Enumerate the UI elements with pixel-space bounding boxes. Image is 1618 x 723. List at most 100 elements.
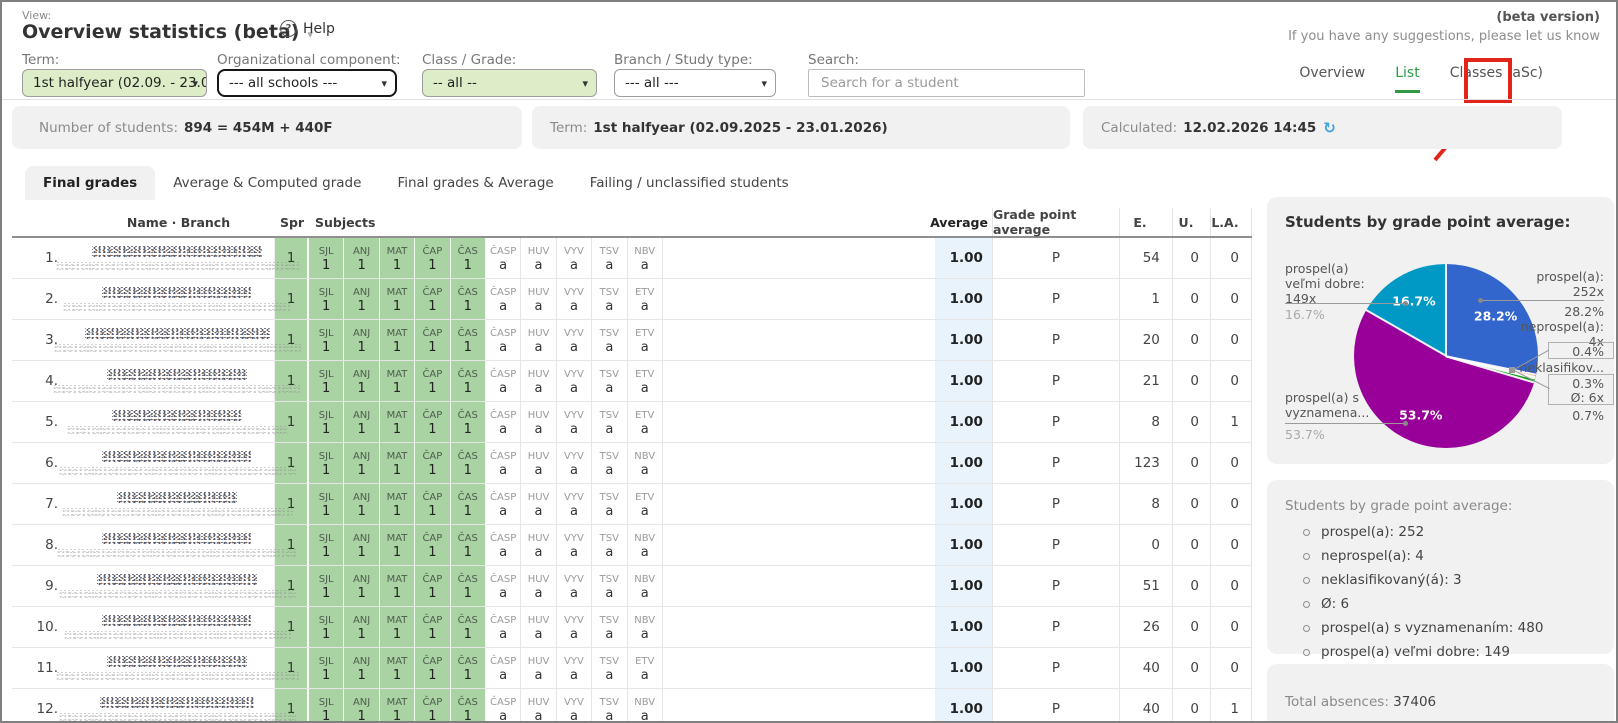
col-header-average[interactable]: Average [935, 208, 992, 236]
subject-value: a [499, 382, 507, 395]
col-header-excused[interactable]: E. [1119, 208, 1172, 236]
subject-label: ETV [635, 409, 654, 422]
subject-label: MAT [387, 573, 408, 586]
chevron-down-icon: ▾ [761, 77, 767, 90]
subject-grade: SJL1 [309, 443, 344, 483]
student-name-redacted [102, 533, 252, 545]
tab-final-grades-average[interactable]: Final grades & Average [379, 166, 571, 200]
page-title[interactable]: Overview statistics (beta)▾ [22, 21, 313, 43]
student-name-cell[interactable] [70, 320, 275, 360]
subject-label: VYV [564, 614, 584, 627]
subject-value: 1 [428, 546, 436, 559]
subject-value: 1 [393, 546, 401, 559]
subject-grade: SJL1 [309, 402, 344, 442]
subject-value: a [570, 464, 578, 477]
student-name-cell[interactable] [70, 484, 275, 524]
subject-label: MAT [387, 368, 408, 381]
average-value: 1.00 [935, 648, 992, 688]
pie-chart[interactable]: 28.2%53.7%16.7% [1354, 264, 1538, 448]
subject-label: VYV [564, 696, 584, 709]
subject-label: VYV [564, 368, 584, 381]
subject-value: a [641, 464, 649, 477]
student-name-cell[interactable] [70, 525, 275, 565]
view-tab-list[interactable]: List [1395, 65, 1419, 93]
subject-grade: ANJ1 [344, 320, 379, 360]
excused-absences: 1 [1119, 279, 1172, 319]
class-grade-select[interactable]: -- all -- ▾ [422, 69, 597, 97]
average-value: 1.00 [935, 279, 992, 319]
student-name-redacted [107, 656, 247, 668]
subject-grade: HUVa [521, 484, 556, 524]
late-arrivals: 0 [1210, 566, 1252, 606]
subject-label: HUV [528, 614, 550, 627]
bullet-icon [1303, 577, 1310, 584]
student-name-cell[interactable] [70, 279, 275, 319]
search-input[interactable] [819, 74, 1074, 92]
subject-label: SJL [319, 614, 334, 627]
help-button[interactable]: ? Help [280, 20, 335, 37]
student-name-cell[interactable] [70, 443, 275, 483]
subject-label: ANJ [353, 286, 370, 299]
subject-label: TSV [600, 368, 619, 381]
subject-grade: SJL1 [309, 484, 344, 524]
gpa-value: P [992, 484, 1119, 524]
col-header-name-branch[interactable]: Name · Branch [70, 208, 275, 236]
subject-grade: HUVa [521, 238, 556, 278]
subject-value: 1 [393, 669, 401, 682]
subject-grade: HUVa [521, 607, 556, 647]
student-branch-redacted [62, 303, 292, 312]
subject-label: ANJ [353, 573, 370, 586]
subject-grade: HUVa [521, 566, 556, 606]
subject-grade: ČAP1 [415, 525, 450, 565]
subject-label: TSV [600, 409, 619, 422]
tab-final-grades[interactable]: Final grades [25, 166, 155, 200]
subject-label: ANJ [353, 409, 370, 422]
subject-grade: ČASPa [486, 279, 521, 319]
subject-label: VYV [564, 655, 584, 668]
subject-grade: ETVa [628, 279, 663, 319]
student-name-cell[interactable] [70, 402, 275, 442]
gap-cell [663, 484, 935, 524]
subject-value: a [535, 341, 543, 354]
search-label: Search: [808, 52, 859, 68]
late-arrivals: 0 [1210, 238, 1252, 278]
subject-grade: MAT1 [380, 320, 415, 360]
student-name-cell[interactable] [70, 607, 275, 647]
col-header-gpa[interactable]: Grade point average [992, 208, 1119, 236]
subject-grade: ANJ1 [344, 689, 379, 723]
row-number: 9. [12, 566, 70, 606]
student-branch-redacted [61, 508, 293, 517]
table-row: 9.1SJL1ANJ1MAT1ČAP1ČAS1ČASPaHUVaVYVaTSVa… [12, 566, 1252, 607]
student-name-cell[interactable] [70, 238, 275, 278]
subject-grade: ANJ1 [344, 484, 379, 524]
average-value: 1.00 [935, 320, 992, 360]
refresh-icon[interactable]: ↻ [1323, 119, 1336, 137]
col-header-spr[interactable]: Spr [275, 208, 309, 236]
subject-value: 1 [357, 341, 365, 354]
unexcused-absences: 0 [1172, 402, 1210, 442]
student-name-redacted [102, 615, 252, 627]
col-header-unexcused[interactable]: U. [1172, 208, 1210, 236]
org-component-select[interactable]: --- all schools --- ▾ [217, 69, 397, 97]
summary-item: prospel(a) s vyznamenaním: 480 [1267, 616, 1604, 640]
student-name-cell[interactable] [70, 361, 275, 401]
subject-label: ČASP [490, 491, 516, 504]
student-name-cell[interactable] [70, 648, 275, 688]
subject-label: ČAS [458, 327, 478, 340]
gap-cell [663, 279, 935, 319]
student-name-cell[interactable] [70, 689, 275, 723]
subject-value: a [570, 259, 578, 272]
col-header-late[interactable]: L.A. [1210, 208, 1252, 236]
app-window: View: Overview statistics (beta)▾ ? Help… [0, 0, 1618, 723]
term-select[interactable]: 1st halfyear (02.09. - 23.0 ▾ [22, 69, 207, 97]
branch-study-select[interactable]: --- all --- ▾ [614, 69, 776, 97]
student-name-cell[interactable] [70, 566, 275, 606]
subject-grade: ČASPa [486, 402, 521, 442]
subject-label: ČAS [458, 532, 478, 545]
tab-average-computed-grade[interactable]: Average & Computed grade [155, 166, 379, 200]
tab-failing-unclassified-students[interactable]: Failing / unclassified students [572, 166, 807, 200]
term-value: 1st halfyear (02.09.2025 - 23.01.2026) [593, 120, 887, 136]
subject-value: a [499, 341, 507, 354]
subject-grade: SJL1 [309, 607, 344, 647]
view-tab-overview[interactable]: Overview [1299, 65, 1365, 93]
